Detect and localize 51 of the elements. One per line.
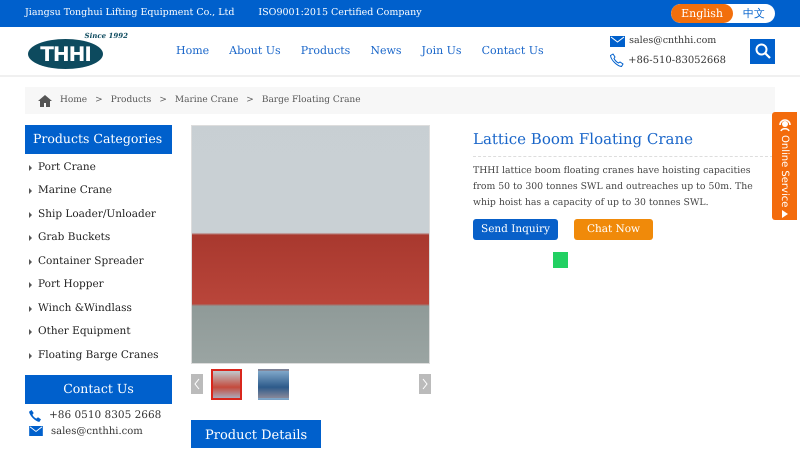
chevron-left-icon (194, 378, 200, 390)
language-option[interactable]: 中文 (733, 4, 775, 23)
email-address: sales@cnthhi.com (51, 424, 143, 439)
breadcrumb-link[interactable]: Home (60, 94, 88, 108)
category-item[interactable]: Other Equipment (25, 320, 172, 344)
thumbnail[interactable] (211, 368, 242, 400)
inquiry-button[interactable]: Send Inquiry (473, 218, 558, 240)
breadcrumb-link[interactable]: Products (110, 94, 152, 108)
next-button[interactable] (419, 374, 431, 394)
category-item[interactable]: Port Hopper (25, 273, 172, 297)
category-item[interactable]: Marine Crane (25, 179, 172, 203)
company-logo[interactable]: THHI (28, 39, 103, 69)
phone-icon (29, 410, 41, 422)
nav-link[interactable]: Join Us (422, 42, 462, 60)
chevron-right-icon (422, 378, 428, 390)
category-item[interactable]: Container Spreader (25, 250, 172, 274)
breadcrumb-separator: > (95, 94, 103, 107)
category-item[interactable]: Ship Loader/Unloader (25, 202, 172, 226)
search-button[interactable] (750, 38, 775, 64)
play-icon (782, 210, 788, 218)
product-details-tab[interactable]: Product Details (191, 420, 322, 448)
thumbnail[interactable] (258, 368, 289, 400)
contact-heading: Contact Us (25, 375, 172, 404)
certification-text: ISO9001:2015 Certified Company (258, 6, 422, 20)
square-icon (553, 252, 568, 268)
category-item[interactable]: Grab Buckets (25, 226, 172, 250)
home-icon (38, 94, 52, 106)
breadcrumb-separator: > (246, 94, 254, 107)
category-item[interactable]: Floating Barge Cranes (25, 344, 172, 368)
nav-link[interactable]: About Us (229, 42, 281, 60)
breadcrumb-link[interactable]: Marine Crane (174, 94, 238, 108)
phone-number: +86 0510 8305 2668 (49, 408, 162, 423)
category-item[interactable]: Port Crane (25, 156, 172, 180)
nav-link[interactable]: Contact Us (482, 42, 544, 60)
mail-icon (610, 36, 626, 47)
phone-number: +86-510-83052668 (628, 54, 726, 68)
categories-heading: Products Categories (25, 125, 172, 154)
nav-link[interactable]: Home (176, 42, 210, 60)
search-icon (754, 43, 770, 59)
mail-icon (29, 426, 43, 436)
category-item[interactable]: Winch &Windlass (25, 296, 172, 320)
headset-icon (778, 118, 792, 132)
nav-link[interactable]: Products (300, 42, 350, 60)
email-address: sales@cnthhi.com (629, 34, 716, 48)
breadcrumb-link[interactable]: Barge Floating Crane (262, 94, 361, 108)
phone-icon (610, 53, 624, 68)
product-description: THHI lattice boom floating cranes have hoisting capacities from 50 to 300 tonnes SWL and outreaches up to 50m. The whip hoist has a capacity of up to 30 tonnes SWL. (473, 164, 754, 210)
previous-button[interactable] (191, 374, 203, 394)
breadcrumb-separator: > (159, 94, 167, 107)
nav-link[interactable]: News (370, 42, 402, 60)
company-name: Jiangsu Tonghui Lifting Equipment Co., Ltd (25, 6, 234, 20)
